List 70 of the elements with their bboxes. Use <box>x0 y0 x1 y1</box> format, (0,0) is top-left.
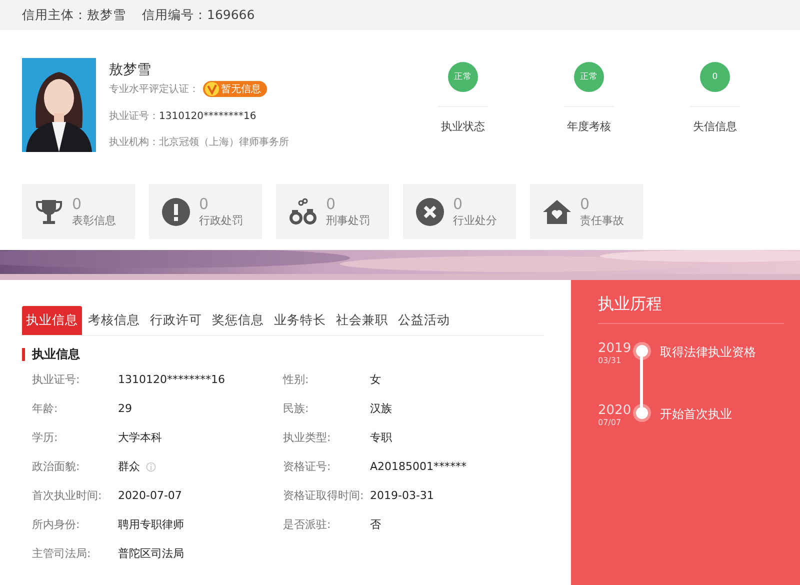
field-value: 专职 <box>370 430 392 445</box>
stat-label: 行业处分 <box>453 212 497 228</box>
tab[interactable]: 执业信息 <box>22 306 82 335</box>
lawyer-name: 敖梦雪 <box>109 61 152 79</box>
exclamation-icon <box>161 196 191 226</box>
status-label: 年度考核 <box>567 119 611 134</box>
timeline-date: 07/07 <box>598 418 622 427</box>
org-label: 执业机构： <box>109 136 159 149</box>
license-label: 执业证号： <box>109 110 159 123</box>
section-title: 执业信息 <box>22 348 549 361</box>
field-value: A20185001****** <box>370 460 467 473</box>
status-label: 失信信息 <box>693 119 737 134</box>
tab[interactable]: 行政许可 <box>146 306 206 335</box>
field-value: 否 <box>370 517 381 532</box>
field-label: 是否派驻: <box>283 517 331 532</box>
tab[interactable]: 奖惩信息 <box>208 306 268 335</box>
field-label: 资格证取得时间: <box>283 488 364 503</box>
timeline-event: 开始首次执业 <box>660 406 732 423</box>
field-label: 主管司法局: <box>32 546 91 561</box>
credit-number: 信用编号：169666 <box>142 6 255 24</box>
license-number: 1310120********16 <box>159 110 256 122</box>
timeline-event: 取得法律执业资格 <box>660 344 756 361</box>
timeline-year: 2019 <box>598 342 632 356</box>
stat-label: 行政处罚 <box>199 212 243 228</box>
status-label: 执业状态 <box>441 119 485 134</box>
field-label: 所内身份: <box>32 517 80 532</box>
field-label: 政治面貌: <box>32 459 80 474</box>
cert-badge: 暂无信息 <box>203 81 267 97</box>
stat-count: 0 <box>72 196 83 212</box>
stat-label: 责任事故 <box>580 212 624 228</box>
field-value: 29 <box>118 402 132 415</box>
tab[interactable]: 考核信息 <box>84 306 144 335</box>
tab[interactable]: 社会兼职 <box>332 306 392 335</box>
field-label: 年龄: <box>32 401 58 416</box>
field-value: 1310120********16 <box>118 373 225 386</box>
field-label: 学历: <box>32 430 58 445</box>
field-value: 群众 <box>118 459 140 474</box>
field-label: 执业证号: <box>32 372 80 387</box>
field-value: 汉族 <box>370 401 392 416</box>
credit-subject: 信用主体：敖梦雪 <box>22 6 126 24</box>
status-circle: 正常 <box>574 62 604 92</box>
timeline-title: 执业历程 <box>598 294 784 324</box>
stat-label: 表彰信息 <box>72 212 116 228</box>
field-label: 民族: <box>283 401 309 416</box>
field-label: 性别: <box>283 372 309 387</box>
field-value: 2019-03-31 <box>370 489 434 502</box>
field-value: 2020-07-07 <box>118 489 182 502</box>
field-value: 女 <box>370 372 381 387</box>
cert-label: 专业水平评定认证： <box>109 82 199 96</box>
stat-count: 0 <box>326 196 337 212</box>
stat-label: 刑事处罚 <box>326 212 370 228</box>
status-circle: 0 <box>700 62 730 92</box>
tab[interactable]: 公益活动 <box>394 306 454 335</box>
field-label: 首次执业时间: <box>32 488 102 503</box>
timeline-date: 03/31 <box>598 356 622 365</box>
field-value: 聘用专职律师 <box>118 517 184 532</box>
status-circle: 正常 <box>448 62 478 92</box>
timeline-year: 2020 <box>598 404 632 418</box>
stat-count: 0 <box>453 196 464 212</box>
stat-count: 0 <box>199 196 210 212</box>
field-value: 大学本科 <box>118 430 162 445</box>
info-icon <box>146 462 156 472</box>
stat-count: 0 <box>580 196 591 212</box>
cross-circle-icon <box>415 196 445 226</box>
tab[interactable]: 业务特长 <box>270 306 330 335</box>
field-value: 普陀区司法局 <box>118 546 184 561</box>
field-label: 执业类型: <box>283 430 331 445</box>
org-name: 北京冠领（上海）律师事务所 <box>159 136 289 149</box>
field-label: 资格证号: <box>283 459 331 474</box>
handcuffs-icon <box>288 196 318 226</box>
